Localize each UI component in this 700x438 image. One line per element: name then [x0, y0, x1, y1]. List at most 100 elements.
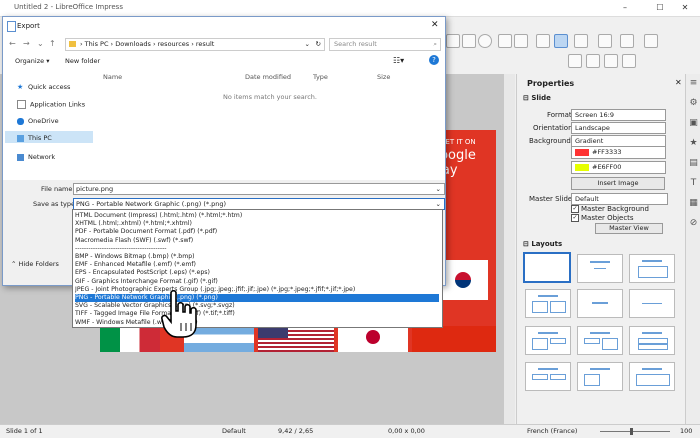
file-type-option[interactable]: TIFF - Tagged Image File Format (.tif;.t…: [75, 310, 439, 318]
master-slide-select[interactable]: Default: [571, 193, 668, 205]
shapes-icon[interactable]: [598, 34, 612, 48]
organize-button[interactable]: Organize ▾: [15, 57, 49, 65]
orientation-select[interactable]: Landscape: [571, 122, 666, 134]
search-box[interactable]: Search result ⌕: [329, 38, 441, 51]
breadcrumb-this-pc[interactable]: This PC: [85, 40, 109, 48]
layout-title-4content[interactable]: [525, 362, 571, 391]
layout-title-2content-b[interactable]: [577, 326, 623, 355]
chart-icon[interactable]: [478, 34, 492, 48]
column-type[interactable]: Type: [313, 73, 328, 81]
chevron-down-icon[interactable]: ⌄: [436, 199, 441, 209]
file-type-option[interactable]: XHTML (.html;.xhtml) (*.html;*.xhtml): [75, 220, 439, 228]
line-icon[interactable]: [620, 34, 634, 48]
file-list[interactable]: Name Date modified Type Size No items ma…: [95, 69, 445, 193]
image-icon[interactable]: [462, 34, 476, 48]
chevron-down-icon[interactable]: ⌄: [37, 39, 44, 48]
close-sidebar-icon[interactable]: ✕: [675, 78, 682, 87]
file-type-option[interactable]: GIF - Graphics Interchange Format (.gif)…: [75, 278, 439, 286]
zoom-slider-handle[interactable]: [630, 428, 633, 435]
nav-application-links[interactable]: Application Links: [17, 100, 85, 109]
textbox-icon[interactable]: [498, 34, 512, 48]
layout-title-centered[interactable]: [577, 289, 623, 318]
address-bar[interactable]: › This PC › Downloads › resources › resu…: [65, 38, 325, 51]
curve-icon[interactable]: [586, 54, 600, 68]
breadcrumb-result[interactable]: result: [196, 40, 214, 48]
master-objects-checkbox[interactable]: ✓ Master Objects: [571, 214, 634, 222]
layout-blank[interactable]: [523, 252, 571, 283]
display-grid-icon[interactable]: [554, 34, 568, 48]
zoom-slider[interactable]: [600, 431, 670, 432]
wrench-icon[interactable]: ⚙: [688, 98, 699, 109]
column-name[interactable]: Name: [103, 73, 122, 81]
file-type-option[interactable]: PDF - Portable Document Format (.pdf) (*…: [75, 228, 439, 236]
file-type-option[interactable]: HTML Document (Impress) (.html;.htm) (*.…: [75, 212, 439, 220]
helplines-icon[interactable]: [574, 34, 588, 48]
layout-title-2content-d[interactable]: [577, 362, 623, 391]
new-folder-button[interactable]: New folder: [65, 57, 100, 65]
layout-title-content[interactable]: [629, 254, 675, 283]
hide-folders-button[interactable]: ⌃ Hide Folders: [11, 260, 59, 268]
layout-title-2content[interactable]: [525, 289, 571, 318]
gallery-icon[interactable]: ▦: [688, 198, 699, 209]
minimize-button[interactable]: –: [610, 0, 640, 16]
table-icon[interactable]: [446, 34, 460, 48]
styles-icon[interactable]: T: [688, 178, 699, 189]
file-type-option[interactable]: BMP - Windows Bitmap (.bmp) (*.bmp): [75, 253, 439, 261]
draw-pen-icon[interactable]: [604, 54, 618, 68]
nav-this-pc[interactable]: This PC: [17, 134, 52, 142]
slide-section-header[interactable]: ⊟ Slide: [523, 94, 551, 102]
layout-title-only[interactable]: [577, 254, 623, 283]
language-indicator[interactable]: French (France): [527, 427, 577, 435]
menu-icon[interactable]: ≡: [688, 78, 699, 89]
file-type-option[interactable]: SVG - Scalable Vector Graphics (.svg) (*…: [75, 302, 439, 310]
search-icon[interactable]: ⌕: [433, 39, 437, 50]
nav-quick-access[interactable]: ★ Quick access: [17, 83, 70, 91]
chevron-down-icon[interactable]: ⌄: [436, 184, 441, 194]
master-view-button[interactable]: Master View: [595, 223, 663, 234]
file-type-option[interactable]: JPEG - Joint Photographic Experts Group …: [75, 286, 439, 294]
file-type-option[interactable]: Macromedia Flash (SWF) (.swf) (*.swf): [75, 237, 439, 245]
format-select[interactable]: Screen 16:9: [571, 109, 666, 121]
insert-image-button[interactable]: Insert Image: [571, 177, 665, 190]
polygon-icon[interactable]: [568, 54, 582, 68]
layout-centered-text[interactable]: [629, 289, 675, 318]
layout-title-2content-a[interactable]: [525, 326, 571, 355]
layout-title-2content-c[interactable]: [629, 326, 675, 355]
file-type-option[interactable]: ----------------------------------------…: [75, 245, 439, 253]
fontwork-icon[interactable]: [514, 34, 528, 48]
nav-onedrive[interactable]: OneDrive: [17, 117, 59, 125]
layouts-section-header[interactable]: ⊟ Layouts: [523, 240, 562, 248]
master-background-checkbox[interactable]: ✓ Master Background: [571, 205, 649, 213]
column-date-modified[interactable]: Date modified: [245, 73, 291, 81]
breadcrumb-resources[interactable]: resources: [158, 40, 190, 48]
nav-network[interactable]: Network: [17, 153, 55, 161]
navigator-icon[interactable]: ⊘: [688, 218, 699, 229]
master-slides-icon[interactable]: ▤: [688, 158, 699, 169]
file-type-option[interactable]: WMF - Windows Metafile (.wmf) (*.wmf): [75, 319, 439, 327]
dialog-close-icon[interactable]: ✕: [431, 20, 439, 30]
slide-transition-icon[interactable]: ▣: [688, 118, 699, 129]
color2-select[interactable]: #E6FF00: [571, 161, 666, 174]
glue-icon[interactable]: [622, 54, 636, 68]
close-button[interactable]: ✕: [670, 0, 700, 16]
address-dropdown-icon[interactable]: ⌄: [305, 39, 310, 50]
color1-select[interactable]: #FF3333: [571, 146, 666, 159]
up-arrow-icon[interactable]: ↑: [49, 39, 56, 48]
forward-arrow-icon[interactable]: →: [23, 39, 30, 48]
column-size[interactable]: Size: [377, 73, 390, 81]
file-type-option[interactable]: PNG - Portable Network Graphic (.png) (*…: [75, 294, 439, 303]
back-arrow-icon[interactable]: ←: [9, 39, 16, 48]
breadcrumb-downloads[interactable]: Downloads: [115, 40, 151, 48]
view-options-icon[interactable]: ☷▾: [393, 56, 404, 65]
help-icon[interactable]: ?: [429, 55, 439, 65]
file-name-input[interactable]: picture.png ⌄: [73, 183, 445, 195]
file-type-dropdown[interactable]: HTML Document (Impress) (.html;.htm) (*.…: [72, 209, 443, 328]
star-icon[interactable]: ★: [688, 138, 699, 149]
layout-title-6content[interactable]: [629, 362, 675, 391]
vertical-scrollbar[interactable]: [504, 74, 515, 424]
file-type-option[interactable]: EPS - Encapsulated PostScript (.eps) (*.…: [75, 269, 439, 277]
hyperlink-icon[interactable]: [536, 34, 550, 48]
refresh-icon[interactable]: ↻: [316, 39, 321, 50]
chart-line-icon[interactable]: [644, 34, 658, 48]
file-type-option[interactable]: EMF - Enhanced Metafile (.emf) (*.emf): [75, 261, 439, 269]
